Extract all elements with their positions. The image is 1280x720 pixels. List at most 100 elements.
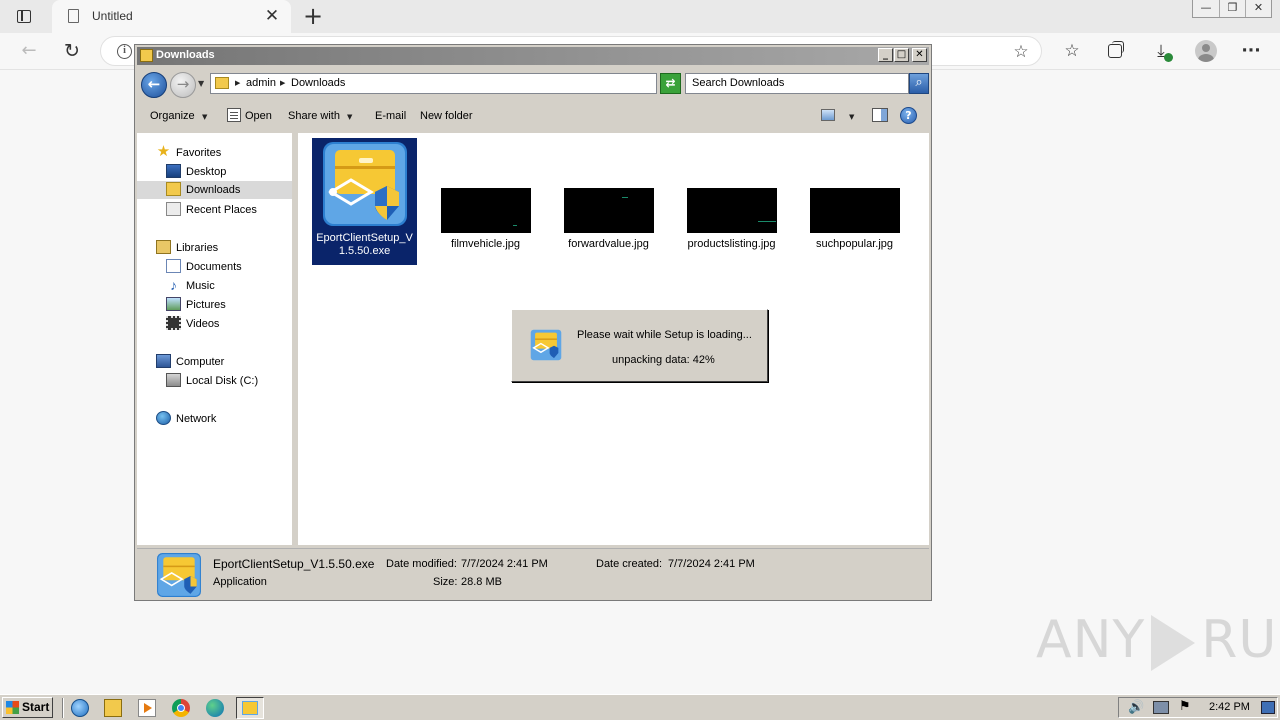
nav-music[interactable]: ♪ Music bbox=[166, 277, 291, 295]
file-name: suchpopular.jpg bbox=[815, 238, 894, 250]
libraries-icon bbox=[156, 240, 171, 254]
browser-minimize-button[interactable]: — bbox=[1193, 0, 1219, 17]
music-icon: ♪ bbox=[170, 277, 177, 293]
folder-icon bbox=[215, 77, 229, 89]
chevron-right-icon[interactable]: ▶ bbox=[280, 79, 285, 87]
explorer-icon[interactable] bbox=[104, 699, 122, 717]
share-with-button[interactable]: Share with bbox=[288, 110, 340, 122]
internet-explorer-icon[interactable] bbox=[71, 699, 89, 717]
play-icon bbox=[1151, 615, 1196, 671]
show-desktop-icon[interactable] bbox=[1261, 701, 1275, 714]
browser-restore-button[interactable]: ❐ bbox=[1219, 0, 1245, 17]
command-bar: Organize ▼ Open Share with ▼ E-mail New … bbox=[137, 101, 929, 131]
minimize-button[interactable]: _ bbox=[878, 48, 893, 62]
chevron-right-icon[interactable]: ▶ bbox=[235, 79, 240, 87]
nav-label: Desktop bbox=[186, 166, 227, 178]
nav-videos[interactable]: Videos bbox=[166, 315, 291, 333]
browser-tab[interactable]: Untitled ✕ bbox=[52, 0, 291, 33]
file-item[interactable]: forwardvalue.jpg bbox=[556, 188, 661, 251]
watermark-left: ANY bbox=[1036, 610, 1146, 670]
close-button[interactable]: ✕ bbox=[912, 48, 927, 62]
maximize-button[interactable]: □ bbox=[894, 48, 909, 62]
start-button[interactable]: Start bbox=[2, 697, 53, 718]
organize-button[interactable]: Organize bbox=[150, 110, 195, 122]
change-view-icon[interactable] bbox=[821, 109, 835, 121]
nav-recent-places[interactable]: Recent Places bbox=[166, 201, 291, 219]
flag-icon[interactable]: ⚑ bbox=[1179, 699, 1191, 714]
nav-label: Libraries bbox=[176, 242, 219, 254]
chevron-down-icon[interactable]: ▼ bbox=[347, 113, 352, 121]
edge-icon[interactable] bbox=[206, 699, 224, 717]
nav-downloads[interactable]: Downloads bbox=[137, 181, 292, 199]
chrome-icon[interactable] bbox=[172, 699, 190, 717]
nav-desktop[interactable]: Desktop bbox=[166, 163, 291, 181]
search-input[interactable]: Search Downloads bbox=[685, 73, 909, 94]
search-icon[interactable]: ⌕ bbox=[909, 73, 929, 94]
breadcrumb-admin[interactable]: admin bbox=[246, 77, 276, 89]
nav-computer[interactable]: Computer bbox=[156, 353, 291, 371]
new-tab-button[interactable]: + bbox=[300, 4, 326, 30]
details-pane: EportClientSetup_V1.5.50.exe Application… bbox=[137, 548, 929, 600]
preview-pane-icon[interactable] bbox=[872, 108, 888, 122]
breadcrumb-downloads[interactable]: Downloads bbox=[291, 77, 345, 89]
recent-pages-dropdown[interactable]: ▼ bbox=[198, 79, 204, 88]
setup-progress-text: unpacking data: 42% bbox=[612, 354, 715, 366]
media-player-icon[interactable] bbox=[138, 699, 156, 717]
setup-loading-dialog: Please wait while Setup is loading... un… bbox=[511, 309, 768, 382]
volume-icon[interactable]: 🔊 bbox=[1128, 700, 1144, 715]
refresh-icon[interactable]: ⇄ bbox=[660, 73, 681, 94]
back-button[interactable]: ← bbox=[141, 72, 167, 98]
date-modified-value: 7/7/2024 2:41 PM bbox=[461, 558, 548, 570]
profile-icon[interactable] bbox=[1195, 40, 1217, 62]
open-button[interactable]: Open bbox=[245, 110, 272, 122]
email-button[interactable]: E-mail bbox=[375, 110, 406, 122]
nav-documents[interactable]: Documents bbox=[166, 258, 291, 276]
clock[interactable]: 2:42 PM bbox=[1209, 701, 1250, 713]
tab-close-button[interactable]: ✕ bbox=[262, 6, 282, 26]
more-icon[interactable]: ··· bbox=[1240, 40, 1262, 62]
tab-title: Untitled bbox=[92, 9, 133, 23]
image-thumbnail bbox=[686, 188, 777, 233]
chevron-down-icon[interactable]: ▼ bbox=[849, 113, 854, 121]
file-item[interactable]: suchpopular.jpg bbox=[802, 188, 907, 251]
image-thumbnail bbox=[809, 188, 900, 233]
tab-actions-icon[interactable] bbox=[10, 6, 38, 28]
setup-taskbar-button[interactable] bbox=[236, 697, 264, 719]
new-folder-button[interactable]: New folder bbox=[420, 110, 473, 122]
back-arrow-icon[interactable]: ← bbox=[18, 40, 40, 62]
watermark-right: RUN bbox=[1201, 610, 1280, 670]
size-label: Size: bbox=[433, 576, 458, 588]
favorites-icon[interactable]: ☆ bbox=[1061, 40, 1083, 62]
nav-pictures[interactable]: Pictures bbox=[166, 296, 291, 314]
folder-icon bbox=[140, 49, 153, 62]
star-icon: ★ bbox=[156, 143, 171, 160]
nav-label: Pictures bbox=[186, 299, 226, 311]
help-icon[interactable]: ? bbox=[900, 107, 917, 124]
reload-icon[interactable]: ↻ bbox=[60, 39, 84, 63]
address-row: ← → ▼ ▶ admin ▶ Downloads ▼ ⇄ Search Dow… bbox=[137, 69, 929, 99]
nav-label: Local Disk (C:) bbox=[186, 375, 259, 387]
file-item[interactable]: filmvehicle.jpg bbox=[433, 188, 538, 251]
nav-local-disk[interactable]: Local Disk (C:) bbox=[166, 372, 291, 390]
nav-network[interactable]: Network bbox=[156, 410, 291, 428]
recent-places-icon bbox=[166, 202, 181, 216]
nav-favorites[interactable]: ★ Favorites bbox=[156, 144, 291, 162]
details-file-name: EportClientSetup_V1.5.50.exe bbox=[213, 557, 375, 571]
info-icon[interactable]: i bbox=[117, 44, 132, 59]
forward-button[interactable]: → bbox=[170, 72, 196, 98]
network-status-icon[interactable] bbox=[1153, 701, 1169, 714]
browser-close-button[interactable]: ✕ bbox=[1245, 0, 1271, 17]
collections-icon[interactable] bbox=[1105, 40, 1127, 62]
file-item[interactable]: EportClientSetup_V 1.5.50.exe bbox=[312, 138, 417, 265]
open-icon bbox=[227, 108, 241, 122]
add-favorite-icon[interactable]: ☆ bbox=[1011, 42, 1031, 62]
title-bar[interactable]: Downloads _ □ ✕ bbox=[137, 47, 929, 65]
file-item[interactable]: productslisting.jpg bbox=[679, 188, 784, 251]
downloads-icon[interactable]: ⤓ bbox=[1150, 40, 1173, 62]
breadcrumb[interactable]: ▶ admin ▶ Downloads ▼ bbox=[210, 73, 718, 94]
watermark-logo: ANY RUN bbox=[1036, 610, 1280, 671]
nav-libraries[interactable]: Libraries bbox=[156, 239, 291, 257]
file-name-line2: 1.5.50.exe bbox=[338, 245, 391, 257]
chevron-down-icon[interactable]: ▼ bbox=[202, 113, 207, 121]
nav-label: Music bbox=[186, 280, 215, 292]
